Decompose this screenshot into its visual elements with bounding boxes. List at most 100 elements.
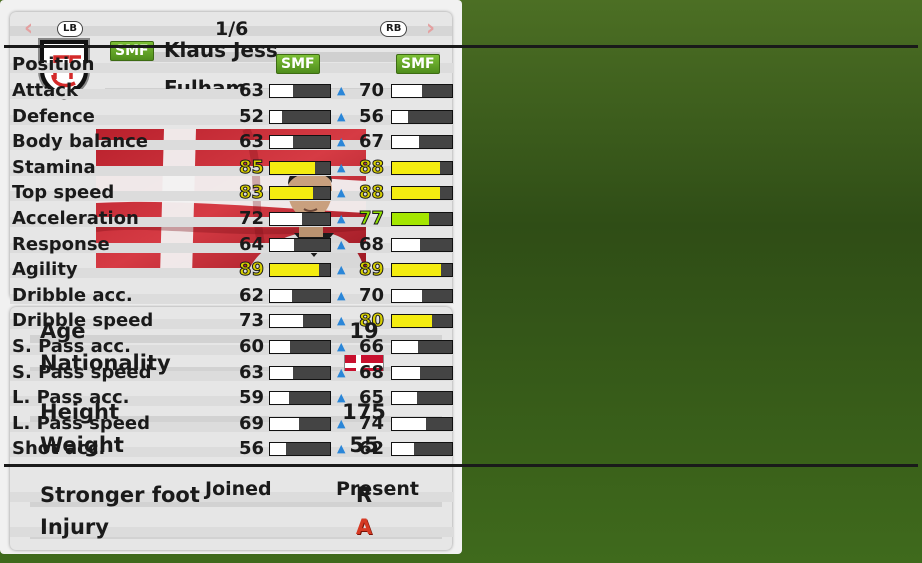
- present-stat-bar-fill: [392, 366, 420, 379]
- present-stat-bar-fill: [392, 85, 422, 97]
- joined-stat-bar: [269, 314, 331, 329]
- stat-label: Acceleration: [12, 208, 139, 229]
- present-stat-bar-fill: [392, 161, 440, 174]
- stat-label: Dribble acc.: [12, 284, 133, 306]
- present-position-badge: SMF: [396, 54, 440, 74]
- joined-stat-bar: [269, 416, 331, 431]
- present-stat-bar: [391, 109, 453, 124]
- header-separator: [4, 45, 918, 48]
- present-stat-bar: [391, 263, 453, 278]
- present-stat-bar-fill: [392, 110, 408, 123]
- page-indicator: 1/6: [215, 18, 249, 40]
- position-label: Position: [12, 54, 95, 75]
- joined-stat-value: 60: [238, 336, 264, 357]
- foot-value: R: [355, 483, 373, 507]
- joined-stat-value: 62: [238, 284, 264, 306]
- next-arrow-icon[interactable]: ›: [426, 18, 435, 40]
- joined-stat-bar: [269, 365, 331, 380]
- present-stat-bar-fill: [392, 213, 429, 225]
- joined-stat-value: 52: [238, 105, 264, 127]
- joined-stat-bar: [269, 109, 331, 124]
- joined-stat-value: 56: [238, 438, 264, 460]
- joined-stat-bar-fill: [270, 136, 293, 149]
- joined-stat-bar-fill: [270, 110, 282, 123]
- joined-stat-value: 72: [238, 208, 264, 229]
- stat-row: Acceleration 72 ▲ 77: [10, 207, 454, 231]
- increase-arrow-icon: ▲: [337, 160, 346, 174]
- increase-arrow-icon: ▲: [337, 135, 346, 149]
- prev-arrow-icon[interactable]: ‹: [24, 18, 33, 40]
- joined-stat-bar-fill: [270, 315, 303, 328]
- nationality-label: Nationality: [40, 351, 171, 375]
- present-stat-bar: [391, 340, 453, 354]
- weight-label: Weight: [40, 433, 124, 457]
- joined-stat-bar-fill: [270, 264, 319, 277]
- increase-arrow-icon: ▲: [337, 212, 346, 225]
- page-navigation: ‹ LB 1/6 RB ›: [10, 18, 452, 42]
- joined-stat-bar: [269, 391, 331, 406]
- position-row: Position SMF SMF: [10, 53, 454, 77]
- present-stat-value: 88: [358, 182, 384, 204]
- present-stat-value: 68: [358, 233, 384, 255]
- increase-arrow-icon: ▲: [337, 237, 346, 251]
- present-stat-value: 68: [358, 361, 384, 383]
- stat-label: Stamina: [12, 156, 96, 178]
- present-stat-bar-fill: [392, 136, 419, 149]
- stat-row: Dribble acc. 62 ▲ 70: [10, 284, 454, 308]
- joined-stat-bar: [269, 263, 331, 278]
- foot-label: Stronger foot: [40, 483, 200, 507]
- present-stat-value: 70: [358, 284, 384, 306]
- joined-label: Joined: [205, 478, 272, 500]
- joined-stat-value: 64: [238, 233, 264, 255]
- present-stat-bar: [391, 212, 453, 226]
- height-label: Height: [40, 400, 120, 424]
- joined-stat-bar: [269, 288, 331, 303]
- present-stat-bar-fill: [392, 264, 441, 277]
- joined-stat-bar-fill: [270, 289, 292, 302]
- joined-stat-bar: [269, 186, 331, 201]
- joined-stat-value: 83: [238, 182, 264, 204]
- stat-row: Agility 89 ▲ 89: [10, 258, 454, 282]
- stat-label: Defence: [12, 105, 95, 127]
- joined-stat-value: 63: [238, 131, 264, 153]
- rb-button[interactable]: RB: [380, 21, 408, 37]
- injury-value: A: [355, 515, 373, 539]
- joined-stat-value: 63: [238, 80, 264, 101]
- joined-stat-bar: [269, 442, 331, 457]
- present-stat-bar: [391, 186, 453, 201]
- joined-stat-bar-fill: [270, 85, 293, 97]
- lb-button[interactable]: LB: [57, 21, 83, 37]
- joined-stat-bar-fill: [270, 187, 313, 200]
- stat-row: Attack 63 ▲ 70: [10, 79, 454, 103]
- joined-stat-bar-fill: [270, 443, 286, 456]
- stat-label: Body balance: [12, 131, 149, 153]
- increase-arrow-icon: ▲: [337, 84, 346, 97]
- present-stat-bar-fill: [392, 289, 422, 302]
- joined-stat-value: 89: [238, 259, 264, 281]
- joined-stat-bar: [269, 135, 331, 150]
- increase-arrow-icon: ▲: [337, 186, 346, 200]
- present-stat-bar: [391, 288, 453, 303]
- present-stat-bar-fill: [392, 187, 440, 200]
- age-value: 19: [349, 319, 379, 343]
- stat-label: Response: [12, 233, 110, 255]
- stat-row: Body balance 63 ▲ 67: [10, 130, 454, 154]
- present-stat-bar: [391, 365, 453, 380]
- present-stat-value: 88: [358, 156, 384, 178]
- joined-stat-bar: [269, 237, 331, 252]
- joined-stat-bar-fill: [270, 366, 293, 379]
- stat-row: Stamina 85 ▲ 88: [10, 156, 454, 180]
- present-stat-bar: [391, 135, 453, 150]
- present-stat-bar: [391, 314, 453, 329]
- joined-stat-bar-fill: [270, 392, 289, 405]
- joined-stat-value: 85: [238, 156, 264, 178]
- joined-stat-bar-fill: [270, 417, 299, 430]
- present-stat-bar: [391, 391, 453, 406]
- joined-stat-value: 69: [238, 412, 264, 434]
- joined-stat-bar: [269, 212, 331, 226]
- stat-label: Agility: [12, 259, 78, 281]
- present-stat-bar: [391, 237, 453, 252]
- joined-position-badge: SMF: [276, 54, 320, 74]
- stat-row: Response 64 ▲ 68: [10, 233, 454, 257]
- present-stat-value: 89: [358, 259, 384, 281]
